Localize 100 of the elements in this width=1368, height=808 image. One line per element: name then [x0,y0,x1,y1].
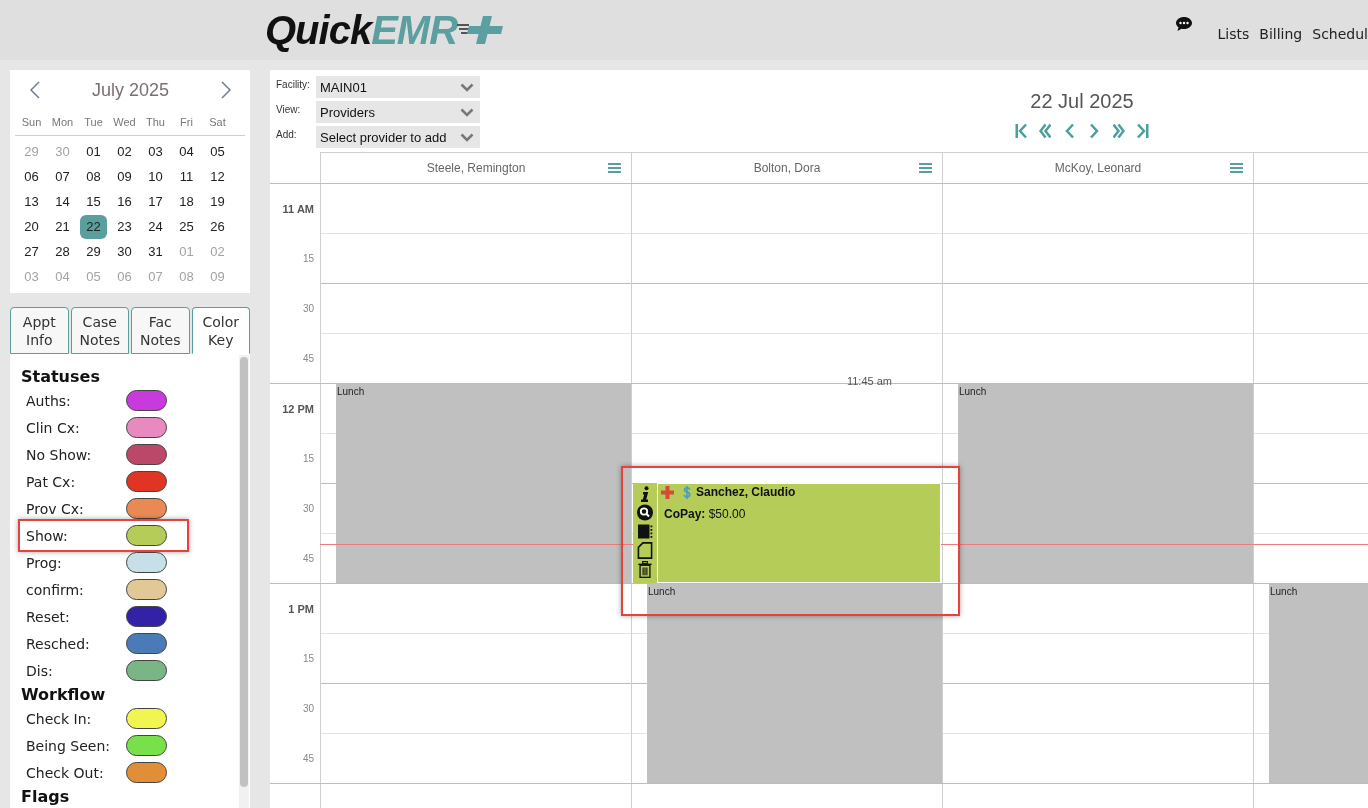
status-label: Auths: [26,392,72,409]
calendar-day[interactable]: 16 [111,189,138,214]
calendar-day[interactable]: 22 [80,214,107,239]
calendar-day[interactable]: 20 [18,214,45,239]
dropdown[interactable]: Providers [316,101,480,123]
status-label: Check Out: [26,764,105,781]
patient-name: Sanchez, Claudio [696,485,796,499]
calendar-day[interactable]: 10 [142,164,169,189]
status-label: No Show: [26,446,93,463]
calendar-day[interactable]: 18 [173,189,200,214]
calendar-day[interactable]: 15 [80,189,107,214]
group-heading: Workflow [21,684,107,705]
weekday-label: Fri [180,115,193,130]
calendar-day[interactable]: 31 [142,239,169,264]
dropdown[interactable]: MAIN01 [316,76,480,98]
calendar-day[interactable]: 12 [204,164,231,189]
chevron-right-icon[interactable] [1088,123,1101,139]
minute-label: 45 [302,352,314,364]
status-label: Check In: [26,710,93,727]
skip-end-icon[interactable] [1137,123,1150,139]
minute-label: 15 [302,252,314,264]
panel-tab[interactable]: Case Notes [70,307,129,354]
double-chevron-right-icon[interactable] [1112,123,1125,139]
calendar-day[interactable]: 23 [111,214,138,239]
weekday-label: Mon [51,115,74,130]
time-label: 11:45 am [846,375,892,387]
status-label: Prog: [26,554,63,571]
notebook-icon[interactable] [637,523,653,540]
calendar-day[interactable]: 02 [111,139,138,164]
calendar-day[interactable]: 25 [173,214,200,239]
document-icon[interactable] [637,542,653,559]
nav-link[interactable]: Billing [1259,26,1303,42]
appointment-detail: CoPay: $50.00 [664,507,747,521]
minute-label: 45 [302,552,314,564]
search-icon[interactable] [637,504,653,521]
calendar-day[interactable]: 03 [142,139,169,164]
calendar-day[interactable]: 09 [111,164,138,189]
calendar-day[interactable]: 27 [18,239,45,264]
weekday-label: Sun [21,115,42,130]
calendar-day[interactable]: 04 [173,139,200,164]
calendar-day[interactable]: 05 [204,139,231,164]
status-label: Show: [26,527,69,544]
hour-label: 11 AM [282,202,314,215]
calendar-day[interactable]: 30 [111,239,138,264]
calendar-day[interactable]: 13 [18,189,45,214]
block-label: Lunch [336,385,366,399]
trash-icon[interactable] [637,561,653,578]
menu-icon[interactable] [1230,163,1243,173]
calendar-day[interactable]: 28 [49,239,76,264]
status-label: Reset: [26,608,71,625]
weekday-label: Sat [209,115,226,130]
status-label: Resched: [26,635,91,652]
calendar-day[interactable]: 26 [204,214,231,239]
block-label: Lunch [647,585,677,599]
field-label: Add: [276,128,298,142]
calendar-day[interactable]: 01 [80,139,107,164]
info-icon[interactable] [640,486,650,502]
calendar-day[interactable]: 07 [49,164,76,189]
chevron-right-icon[interactable] [221,81,231,99]
scrollbar[interactable] [239,355,249,808]
menu-icon[interactable] [608,163,621,173]
panel-tab[interactable]: Appt Info [10,307,69,354]
date-title: 22 Jul 2025 [1030,89,1134,113]
chevron-down-icon [460,82,474,92]
calendar-day[interactable]: 29 [80,239,107,264]
provider-name: McKoy, Leonard [1054,161,1142,175]
nav-link[interactable]: Schedul [1312,26,1368,42]
dollar-icon [683,485,691,499]
calendar-day[interactable]: 21 [49,214,76,239]
double-chevron-left-icon[interactable] [1039,123,1052,139]
provider-name: Bolton, Dora [753,161,821,175]
skip-start-icon[interactable] [1014,123,1027,139]
calendar-day[interactable]: 11 [173,164,200,189]
hour-label: 12 PM [282,402,314,415]
minute-label: 45 [302,752,314,764]
calendar-day[interactable]: 17 [142,189,169,214]
calendar-day[interactable]: 24 [142,214,169,239]
group-heading: Flags [21,786,71,807]
calendar-day[interactable]: 06 [18,164,45,189]
calendar-day[interactable]: 14 [49,189,76,214]
panel-tab[interactable]: Color Key [191,307,250,354]
chat-icon[interactable] [1175,17,1192,31]
minute-label: 15 [302,452,314,464]
block-label: Lunch [1269,585,1299,599]
status-label: confirm: [26,581,85,598]
minute-label: 30 [302,702,314,714]
calendar-day[interactable]: 08 [80,164,107,189]
nav-link[interactable]: Lists [1217,26,1250,42]
menu-icon[interactable] [919,163,932,173]
minute-label: 15 [302,652,314,664]
panel-tab[interactable]: Fac Notes [131,307,190,354]
weekday-label: Thu [146,115,165,130]
hour-label: 1 PM [288,602,314,615]
chevron-left-icon[interactable] [30,81,40,99]
calendar-day[interactable]: 19 [204,189,231,214]
chevron-left-icon[interactable] [1063,123,1076,139]
field-label: Facility: [276,78,311,92]
weekday-label: Tue [84,115,103,130]
appointment-card[interactable]: Sanchez, Claudio CoPay: $50.00 [657,483,941,583]
dropdown[interactable]: Select provider to add [316,126,480,148]
